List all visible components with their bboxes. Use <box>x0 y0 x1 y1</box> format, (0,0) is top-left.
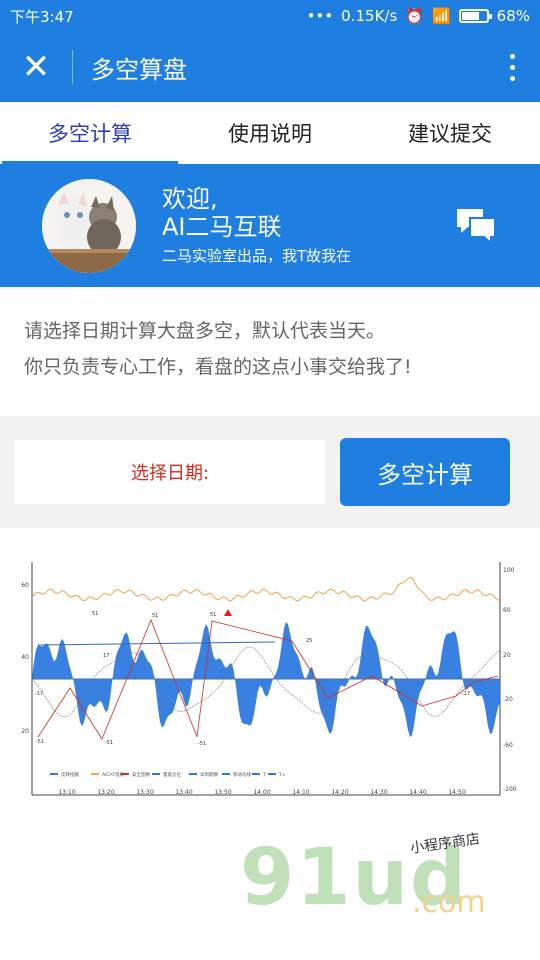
x-tick-label: 13:10 <box>58 789 75 796</box>
x-tick-label: 14:00 <box>253 789 270 796</box>
battery-level: 68% <box>496 7 530 25</box>
chat-icon[interactable] <box>454 206 498 246</box>
legend-entry: 安全指数 <box>132 771 150 778</box>
x-tick-label: 14:20 <box>331 789 348 796</box>
chart-section: 13:10 13:20 13:30 13:40 13:50 14:00 14:10 14:20… <box>0 528 540 805</box>
status-bar: 下午3:47 ••• 0.15K/s ⏰ 📶 68% <box>0 0 540 32</box>
intro-text: 请选择日期计算大盘多空，默认代表当天。 你只负责专心工作，看盘的这点小事交给我了… <box>0 287 540 416</box>
profile-text: 欢迎, AI二马互联 二马实验室出品，我T故我在 <box>162 185 454 266</box>
right-y-tick-label: -60 <box>503 742 513 749</box>
x-tick-label: 13:30 <box>136 789 153 796</box>
avatar <box>42 178 136 273</box>
chart-annotation: 51 <box>210 612 216 618</box>
left-y-tick-label: 60 <box>21 582 29 589</box>
x-tick-label: 14:30 <box>370 789 387 796</box>
profile-banner: 欢迎, AI二马互联 二马实验室出品，我T故我在 <box>0 164 540 287</box>
right-y-tick-label: -20 <box>503 696 513 703</box>
status-time: 下午3:47 <box>10 7 74 26</box>
chart-annotation: 25 <box>306 638 312 644</box>
battery-icon <box>458 9 492 23</box>
x-tick-label: 14:40 <box>409 789 426 796</box>
footer-watermark: 91ud .com 小程序商店 <box>0 805 540 953</box>
left-y-tick-label: 40 <box>21 654 29 661</box>
intro-line-1: 请选择日期计算大盘多空，默认代表当天。 <box>24 320 386 342</box>
network-speed: 0.15K/s <box>341 7 398 25</box>
calculate-button[interactable]: 多空计算 <box>340 438 510 506</box>
more-options-icon[interactable] <box>502 53 522 81</box>
nav-bar: ✕ 多空算盘 <box>0 32 540 102</box>
chart-annotation: 51 <box>92 611 98 617</box>
more-dots: ••• <box>306 7 334 25</box>
chart-annotation: -51 <box>36 739 44 745</box>
tab-calculation[interactable]: 多空计算 <box>0 102 180 164</box>
chart-annotation: -51 <box>105 740 113 746</box>
nav-divider <box>72 50 73 84</box>
logo-domain: .com <box>412 885 486 920</box>
company-name: AI二马互联 <box>162 213 282 241</box>
chart-annotation: -17 <box>462 691 470 697</box>
chart-annotation: 51 <box>152 613 158 619</box>
right-y-tick-label: 20 <box>503 652 511 659</box>
tab-bar: 多空计算 使用说明 建议提交 <box>0 102 540 164</box>
legend-entry: 反转指数 <box>61 771 79 778</box>
right-y-tick-label: 60 <box>503 607 511 614</box>
control-area: 选择日期: 多空计算 <box>0 416 540 528</box>
legend-entry: T+ <box>278 772 286 778</box>
x-tick-label: 14:50 <box>448 789 465 796</box>
chart-annotation: -17 <box>35 691 43 697</box>
wifi-icon: 📶 <box>431 7 451 25</box>
profile-subtitle: 二马实验室出品，我T故我在 <box>162 247 352 265</box>
nav-title: 多空算盘 <box>91 55 187 84</box>
welcome-text: 欢迎, <box>162 185 218 213</box>
status-right: ••• 0.15K/s ⏰ 📶 68% <box>307 7 530 25</box>
tab-instructions[interactable]: 使用说明 <box>180 102 360 164</box>
aicat-index-line <box>31 576 501 602</box>
chart-annotation: -51 <box>198 741 206 747</box>
market-chart: 13:10 13:20 13:30 13:40 13:50 14:00 14:10 14:20… <box>21 562 517 796</box>
date-label: 选择日期: <box>130 463 210 484</box>
left-y-tick-label: 20 <box>21 728 29 735</box>
date-picker[interactable]: 选择日期: <box>15 440 325 504</box>
intro-line-2: 你只负责专心工作，看盘的这点小事交给我了! <box>24 356 412 378</box>
right-y-tick-label: 100 <box>503 567 515 574</box>
legend-entry: T- <box>262 772 267 778</box>
x-tick-label: 13:20 <box>97 789 114 796</box>
x-tick-label: 14:10 <box>292 789 309 796</box>
right-y-tick-label: -100 <box>503 786 517 793</box>
legend-entry: 量能仓位 <box>163 771 181 778</box>
tab-suggestions[interactable]: 建议提交 <box>360 102 540 164</box>
chart-annotation: 17 <box>103 653 109 659</box>
legend-entry: 移动均线 <box>233 771 251 778</box>
alarm-icon: ⏰ <box>405 7 424 25</box>
close-icon[interactable]: ✕ <box>18 49 54 85</box>
x-tick-label: 13:50 <box>214 789 231 796</box>
volume-position-line <box>37 641 276 646</box>
peak-marker-icon <box>224 609 232 616</box>
x-tick-label: 13:40 <box>175 789 192 796</box>
legend-entry: 早周期数 <box>200 771 218 778</box>
